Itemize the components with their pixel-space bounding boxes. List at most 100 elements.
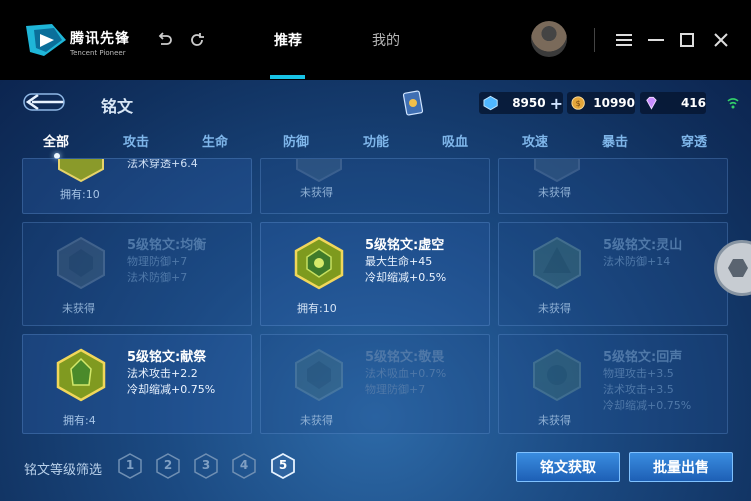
level-filter-label-3: 3 bbox=[201, 458, 211, 472]
logo-text: 腾讯先锋 Tencent Pioneer bbox=[70, 28, 130, 57]
minimize-icon[interactable] bbox=[645, 29, 667, 51]
game-panel: 铭文 8950 + $ 10990 416 全部 攻击 生命 防御 功能 吸血 … bbox=[0, 80, 751, 501]
owned-status: 未获得 bbox=[538, 302, 571, 315]
title-bar: 腾讯先锋 Tencent Pioneer 推荐 我的 bbox=[0, 0, 751, 80]
inscription-stat: 物理攻击+3.5 bbox=[603, 367, 674, 380]
owned-status: 未获得 bbox=[300, 414, 333, 427]
inscription-name: 5级铭文:敬畏 bbox=[365, 350, 445, 365]
tab-lifesteal[interactable]: 吸血 bbox=[442, 131, 468, 150]
level-filter-1[interactable]: 1 bbox=[117, 453, 143, 479]
category-tabs: 全部 攻击 生命 防御 功能 吸血 攻速 暴击 穿透 bbox=[0, 128, 751, 159]
close-icon[interactable] bbox=[710, 29, 732, 51]
logo-name: 腾讯先锋 bbox=[70, 31, 130, 47]
level-filter-3[interactable]: 3 bbox=[193, 453, 219, 479]
tab-utility[interactable]: 功能 bbox=[363, 131, 389, 150]
inscription-gem-icon bbox=[533, 236, 581, 290]
diamond-currency: 416 bbox=[640, 92, 706, 114]
tab-penetration[interactable]: 穿透 bbox=[681, 131, 707, 150]
refresh-icon[interactable] bbox=[186, 29, 208, 51]
inscription-stat: 冷却缩减+0.5% bbox=[365, 271, 447, 284]
inscription-name: 5级铭文:灵山 bbox=[603, 238, 683, 253]
inscription-stat: 冷却缩减+0.75% bbox=[127, 383, 216, 396]
back-button[interactable] bbox=[22, 92, 66, 112]
tab-all[interactable]: 全部 bbox=[43, 131, 69, 150]
svg-text:$: $ bbox=[576, 99, 581, 108]
owned-count: 拥有:4 bbox=[63, 414, 96, 427]
inscription-card[interactable]: 5级铭文:均衡 物理防御+7 法术防御+7 未获得 bbox=[22, 222, 252, 326]
inscription-card[interactable]: 5级铭文:回声 物理攻击+3.5 法术攻击+3.5 冷却缩减+0.75% 未获得 bbox=[498, 334, 728, 434]
inscription-card[interactable]: 法术穿透+6.4 拥有:10 bbox=[22, 158, 252, 214]
menu-icon[interactable] bbox=[613, 29, 635, 51]
level-filter-label: 铭文等级筛选 bbox=[24, 463, 103, 478]
diamond-value: 416 bbox=[680, 96, 706, 110]
inscription-stat: 法术吸血+0.7% bbox=[365, 367, 447, 380]
level-filter-label-2: 2 bbox=[163, 458, 173, 472]
inscription-book-icon[interactable] bbox=[402, 90, 424, 116]
hexagon-icon bbox=[728, 259, 748, 277]
level-filter-4[interactable]: 4 bbox=[231, 453, 257, 479]
inscription-name: 5级铭文:均衡 bbox=[127, 238, 207, 253]
inscription-gem-icon bbox=[296, 159, 342, 183]
inscription-gem-icon bbox=[534, 159, 580, 183]
owned-status: 未获得 bbox=[300, 186, 333, 199]
inscription-gem-icon bbox=[295, 348, 343, 402]
inscription-card[interactable]: 5级铭文:献祭 法术攻击+2.2 冷却缩减+0.75% 拥有:4 bbox=[22, 334, 252, 434]
coin-icon: $ bbox=[571, 96, 585, 110]
level-filter-label-5: 5 bbox=[278, 458, 288, 472]
coin-value: 10990 bbox=[593, 96, 635, 110]
inscription-stat: 最大生命+45 bbox=[365, 255, 433, 268]
inscription-gem-icon bbox=[533, 348, 581, 402]
inscription-stat: 法术防御+14 bbox=[603, 255, 671, 268]
owned-status: 未获得 bbox=[538, 186, 571, 199]
inscription-name: 5级铭文:回声 bbox=[603, 350, 683, 365]
inscription-stat: 法术攻击+2.2 bbox=[127, 367, 198, 380]
inscription-card[interactable]: 未获得 bbox=[498, 158, 728, 214]
coin-currency: $ 10990 bbox=[567, 92, 635, 114]
active-tab-indicator bbox=[270, 75, 305, 79]
level-filter-label-4: 4 bbox=[239, 458, 249, 472]
owned-count: 拥有:10 bbox=[60, 188, 100, 201]
inscription-stat: 法术攻击+3.5 bbox=[603, 383, 674, 396]
bottom-bar: 铭文等级筛选 1 2 3 4 5 铭文获取 批量出售 bbox=[0, 442, 751, 501]
inscription-stat: 冷却缩减+0.75% bbox=[603, 399, 692, 412]
undo-icon[interactable] bbox=[154, 29, 176, 51]
avatar[interactable] bbox=[531, 21, 567, 57]
inscription-name: 5级铭文:虚空 bbox=[365, 238, 445, 253]
level-filter-5[interactable]: 5 bbox=[270, 452, 296, 480]
inscription-stat: 物理防御+7 bbox=[365, 383, 426, 396]
maximize-icon[interactable] bbox=[676, 29, 698, 51]
tab-health[interactable]: 生命 bbox=[202, 131, 228, 150]
inscription-header: 铭文 8950 + $ 10990 416 bbox=[0, 80, 751, 126]
tab-attack-speed[interactable]: 攻速 bbox=[522, 131, 548, 150]
inscription-card[interactable]: 5级铭文:敬畏 法术吸血+0.7% 物理防御+7 未获得 bbox=[260, 334, 490, 434]
logo-subtitle: Tencent Pioneer bbox=[70, 49, 126, 57]
inscription-gem-icon bbox=[57, 236, 105, 290]
owned-status: 未获得 bbox=[62, 302, 95, 315]
inscription-stat: 法术防御+7 bbox=[127, 271, 188, 284]
inscription-card[interactable]: 未获得 bbox=[260, 158, 490, 214]
add-crystal-button[interactable]: + bbox=[550, 94, 563, 113]
inscription-gem-icon bbox=[294, 236, 344, 290]
bulk-sell-button[interactable]: 批量出售 bbox=[629, 452, 733, 482]
inscription-stat: 物理防御+7 bbox=[127, 255, 188, 268]
inscription-gem-icon bbox=[56, 348, 106, 402]
level-filter-label-1: 1 bbox=[125, 458, 135, 472]
tab-defense[interactable]: 防御 bbox=[283, 131, 309, 150]
level-filter-2[interactable]: 2 bbox=[155, 453, 181, 479]
inscription-card[interactable]: 5级铭文:灵山 法术防御+14 未获得 bbox=[498, 222, 728, 326]
inscription-card[interactable]: 5级铭文:虚空 最大生命+45 冷却缩减+0.5% 拥有:10 bbox=[260, 222, 490, 326]
tab-crit[interactable]: 暴击 bbox=[602, 131, 628, 150]
crystal-currency: 8950 + bbox=[479, 92, 563, 114]
tab-attack[interactable]: 攻击 bbox=[123, 131, 149, 150]
divider bbox=[594, 28, 595, 52]
crystal-icon bbox=[483, 95, 498, 111]
diamond-icon bbox=[646, 96, 657, 110]
crystal-value: 8950 bbox=[512, 96, 546, 110]
tab-recommend[interactable]: 推荐 bbox=[274, 30, 302, 50]
tab-mine[interactable]: 我的 bbox=[372, 30, 400, 50]
owned-status: 未获得 bbox=[538, 414, 571, 427]
owned-count: 拥有:10 bbox=[297, 302, 337, 315]
page-title: 铭文 bbox=[101, 97, 134, 116]
inscription-name: 5级铭文:献祭 bbox=[127, 350, 207, 365]
acquire-inscription-button[interactable]: 铭文获取 bbox=[516, 452, 620, 482]
